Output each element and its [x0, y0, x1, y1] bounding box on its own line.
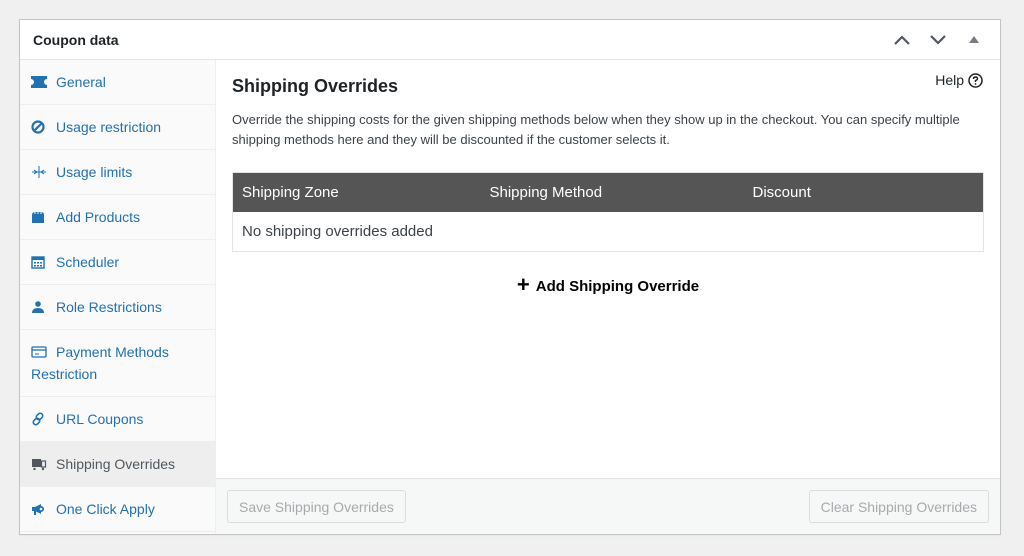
tab-label: Role Restrictions: [56, 299, 162, 315]
user-icon: [31, 300, 47, 314]
bag-icon: [31, 210, 47, 224]
tab-label: Usage restriction: [56, 119, 162, 135]
shipping-overrides-panel: Help Shipping Overrides Override the shi…: [216, 60, 1000, 534]
tab-usage-restriction[interactable]: Usage restriction: [20, 105, 215, 150]
tab-general[interactable]: General: [20, 60, 215, 105]
tab-label: Payment Methods Restriction: [31, 344, 169, 382]
tab-shipping-overrides[interactable]: Shipping Overrides: [20, 442, 215, 487]
empty-message: No shipping overrides added: [232, 211, 984, 252]
no-entry-icon: [31, 120, 47, 134]
panel-footer: Save Shipping Overrides Clear Shipping O…: [216, 478, 1000, 534]
link-icon: [31, 412, 47, 426]
overrides-table: Shipping Zone Shipping Method Discount N…: [232, 172, 984, 252]
megaphone-icon: [31, 502, 47, 516]
tab-add-products[interactable]: Add Products: [20, 195, 215, 240]
ticket-icon: [31, 75, 47, 89]
table-empty-row: No shipping overrides added: [232, 211, 984, 252]
tab-label: Shipping Overrides: [56, 456, 176, 472]
panel-description: Override the shipping costs for the give…: [232, 112, 960, 147]
box-header: Coupon data: [20, 20, 1000, 60]
tab-label: URL Coupons: [56, 411, 144, 427]
triangle-up-icon: [969, 36, 979, 43]
plus-icon: +: [516, 272, 530, 297]
table-header-row: Shipping Zone Shipping Method Discount: [232, 172, 984, 212]
tab-label: General: [56, 74, 106, 90]
chevron-down-icon: [930, 34, 946, 45]
chevron-up-icon: [894, 34, 910, 45]
tab-url-coupons[interactable]: URL Coupons: [20, 397, 215, 442]
limits-icon: [31, 165, 47, 179]
panel-body: Shipping Overrides Override the shipping…: [216, 60, 1000, 298]
panel-wrapper: General Usage restriction Usage limits A…: [20, 60, 1000, 534]
toggle-panel-button[interactable]: [961, 27, 987, 53]
save-shipping-overrides-button[interactable]: Save Shipping Overrides: [227, 490, 406, 523]
header-controls: [889, 27, 987, 53]
tab-payment-methods-restriction[interactable]: Payment Methods Restriction: [20, 330, 215, 397]
add-shipping-override-button[interactable]: + Add Shipping Override: [232, 272, 984, 298]
move-down-button[interactable]: [925, 27, 951, 53]
column-header-shipping-zone: Shipping Zone: [232, 172, 481, 212]
tab-label: Usage limits: [56, 164, 133, 180]
credit-card-icon: [31, 345, 47, 359]
tab-scheduler[interactable]: Scheduler: [20, 240, 215, 285]
coupon-tabs: General Usage restriction Usage limits A…: [20, 60, 216, 534]
coupon-data-box: Coupon data General Usage restriction Us…: [19, 19, 1001, 535]
tab-label: Add Products: [56, 209, 141, 225]
tab-one-click-apply[interactable]: One Click Apply: [20, 487, 215, 532]
tab-label: One Click Apply: [56, 501, 155, 517]
move-up-button[interactable]: [889, 27, 915, 53]
tab-usage-limits[interactable]: Usage limits: [20, 150, 215, 195]
add-override-label: Add Shipping Override: [535, 278, 700, 295]
column-header-discount: Discount: [743, 172, 984, 212]
question-circle-icon: [968, 72, 983, 88]
tab-role-restrictions[interactable]: Role Restrictions: [20, 285, 215, 330]
column-header-shipping-method: Shipping Method: [480, 172, 744, 212]
help-label: Help: [935, 72, 964, 88]
help-link[interactable]: Help: [935, 72, 983, 88]
clear-shipping-overrides-button[interactable]: Clear Shipping Overrides: [808, 490, 989, 523]
truck-icon: [31, 457, 47, 471]
box-title: Coupon data: [33, 31, 119, 48]
calendar-icon: [31, 255, 47, 269]
tab-label: Scheduler: [56, 254, 120, 270]
panel-title: Shipping Overrides: [232, 76, 399, 96]
